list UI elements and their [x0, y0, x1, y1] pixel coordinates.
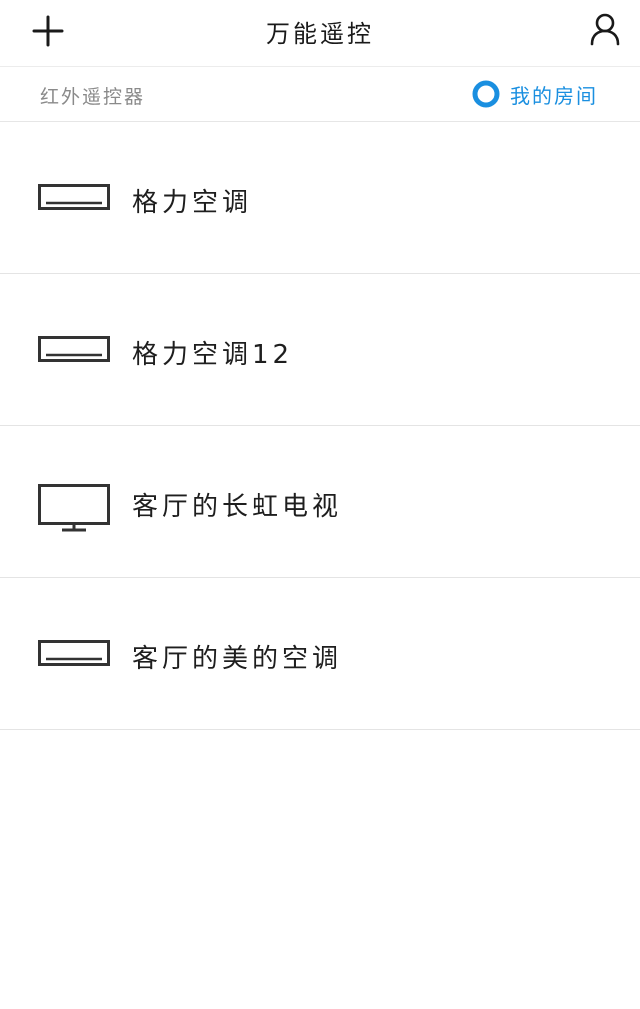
air-conditioner-icon [38, 640, 110, 666]
top-bar: 万能遥控 [0, 0, 640, 66]
air-conditioner-icon [38, 336, 110, 362]
device-item-changhong-tv[interactable]: 客厅的长虹电视 [0, 426, 640, 578]
device-name: 客厅的美的空调 [132, 644, 343, 674]
device-name: 格力空调12 [132, 340, 294, 370]
app-screen: 万能遥控 红外遥控器 我的房间 格力空调 格力空调12 客厅的长虹电视 客厅的美… [0, 0, 640, 1009]
user-icon [590, 13, 620, 46]
device-list: 格力空调 格力空调12 客厅的长虹电视 客厅的美的空调 [0, 122, 640, 730]
device-item-midea-ac[interactable]: 客厅的美的空调 [0, 578, 640, 730]
sub-header: 红外遥控器 我的房间 [0, 66, 640, 122]
my-room-label: 我的房间 [510, 83, 598, 108]
my-room-link[interactable]: 我的房间 [472, 79, 598, 109]
device-name: 格力空调 [132, 188, 253, 218]
section-subtitle: 红外遥控器 [40, 86, 146, 108]
radio-circle-icon [472, 80, 500, 108]
device-item-gree-ac-12[interactable]: 格力空调12 [0, 274, 640, 426]
tv-icon [38, 484, 110, 532]
air-conditioner-icon [38, 184, 110, 210]
user-button[interactable] [588, 12, 622, 46]
device-name: 客厅的长虹电视 [132, 492, 343, 522]
page-title: 万能遥控 [266, 20, 374, 48]
device-item-gree-ac[interactable]: 格力空调 [0, 122, 640, 274]
